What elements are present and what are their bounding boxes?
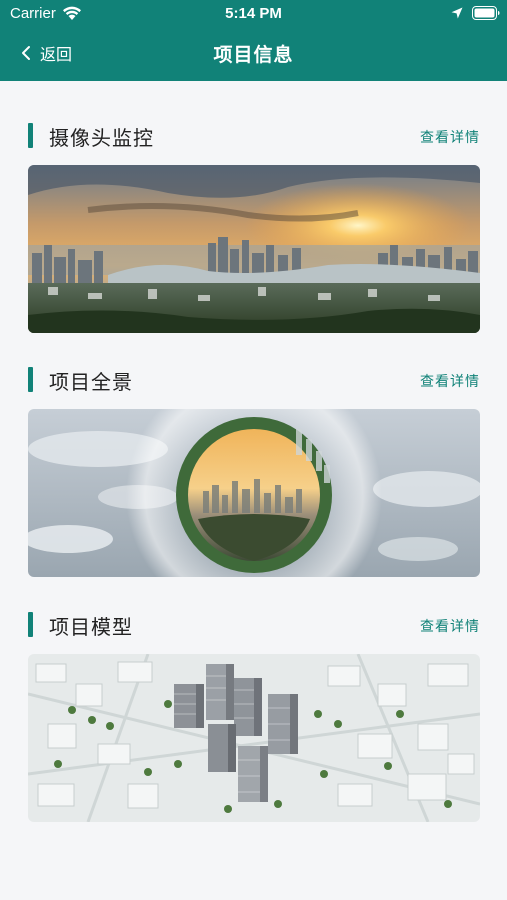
section-title: 项目全景 [49, 370, 133, 394]
section-header: 项目模型 查看详情 [28, 609, 480, 641]
clock: 5:14 PM [225, 5, 282, 22]
view-details-link[interactable]: 查看详情 [420, 616, 480, 636]
section-project-panorama: 项目全景 查看详情 [28, 364, 480, 577]
camera-card[interactable] [28, 165, 480, 333]
section-project-model: 项目模型 查看详情 [28, 609, 480, 822]
section-header: 摄像头监控 查看详情 [28, 120, 480, 152]
view-details-link[interactable]: 查看详情 [420, 371, 480, 391]
section-accent-bar [28, 367, 33, 392]
location-arrow-icon [451, 7, 463, 19]
section-camera-monitoring: 摄像头监控 查看详情 [28, 120, 480, 333]
battery-icon [472, 6, 500, 20]
model-card[interactable] [28, 654, 480, 822]
panorama-globe-photo [28, 409, 480, 577]
section-accent-bar [28, 612, 33, 637]
page-title: 项目信息 [213, 44, 294, 66]
section-accent-bar [28, 123, 33, 148]
status-bar: Carrier 5:14 PM [0, 0, 507, 28]
app-header: Carrier 5:14 PM 返回 项目信息 [0, 0, 507, 81]
section-header: 项目全景 查看详情 [28, 364, 480, 396]
view-details-link[interactable]: 查看详情 [420, 127, 480, 147]
section-title: 摄像头监控 [49, 126, 154, 150]
panorama-card[interactable] [28, 409, 480, 577]
section-title: 项目模型 [49, 615, 133, 639]
3d-city-model-render [28, 654, 480, 822]
city-sunset-skyline-photo [28, 165, 480, 333]
